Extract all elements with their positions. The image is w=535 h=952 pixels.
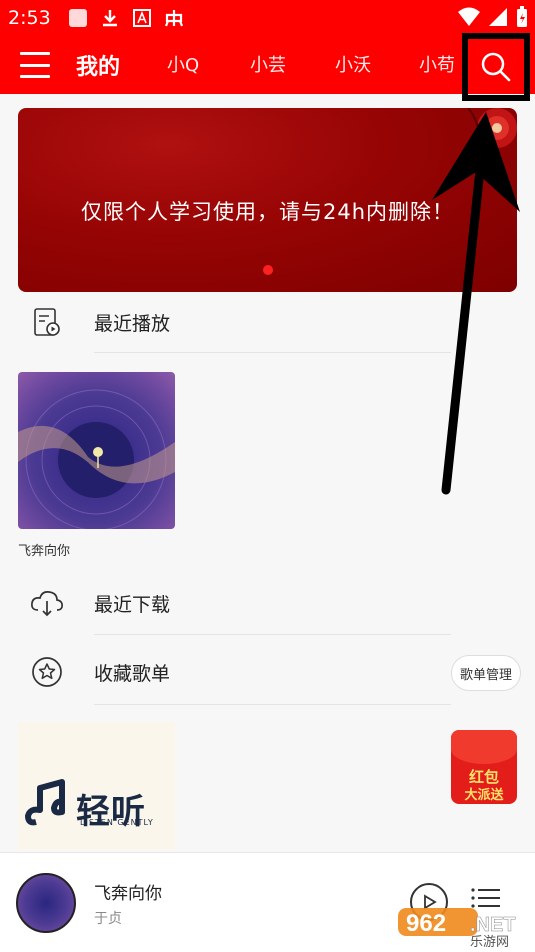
playlist-card[interactable]: 轻听 LISTEN GENTLY — [18, 722, 175, 850]
search-icon — [481, 52, 511, 82]
flower-decoration-icon — [467, 108, 517, 163]
divider — [94, 634, 451, 635]
tab-xiao-gou[interactable]: 小苟 — [419, 51, 455, 77]
banner-page-indicator — [263, 265, 273, 275]
playlist-manage-button[interactable]: 歌单管理 — [451, 655, 521, 691]
tab-xiao-wo[interactable]: 小沃 — [335, 51, 371, 77]
player-cover[interactable] — [16, 873, 76, 933]
hamburger-icon-line-1 — [20, 52, 50, 55]
tab-xiao-yun[interactable]: 小芸 — [250, 51, 286, 77]
hamburger-icon-line-2 — [20, 63, 50, 67]
bug-icon — [163, 7, 185, 29]
recent-play-icon — [30, 305, 64, 339]
watermark-text-2: .NET — [470, 914, 516, 936]
recent-play-label: 最近播放 — [94, 312, 171, 335]
recent-album-cover[interactable] — [18, 372, 175, 529]
download-icon — [99, 7, 121, 29]
cloud-download-icon — [30, 586, 64, 620]
watermark-logo: 962 .NET 乐游网 — [398, 908, 516, 948]
banner-text: 仅限个人学习使用，请与24h内删除！ — [80, 200, 455, 224]
battery-icon — [515, 6, 529, 32]
menu-button[interactable] — [20, 52, 50, 78]
divider — [94, 704, 451, 705]
app-notification-icon — [67, 7, 89, 29]
recent-download-row[interactable]: 最近下载 — [0, 571, 535, 635]
player-artist: 于贞 — [94, 911, 122, 927]
status-bar: 2:53 — [0, 0, 535, 36]
watermark-text-1: 962 — [406, 910, 446, 937]
status-time: 2:53 — [8, 7, 51, 29]
playlist-card-subtitle: LISTEN GENTLY — [80, 818, 154, 827]
divider — [94, 352, 451, 353]
tab-xiao-q[interactable]: 小Q — [167, 51, 199, 77]
recent-play-row[interactable]: 最近播放 — [0, 290, 535, 354]
favorites-label: 收藏歌单 — [94, 662, 171, 685]
tab-mine[interactable]: 我的 — [76, 49, 120, 81]
star-icon — [30, 655, 64, 689]
album-caption: 飞奔向你 — [18, 544, 71, 559]
promo-banner[interactable]: 仅限个人学习使用，请与24h内删除！ — [18, 108, 517, 292]
signal-icon — [487, 7, 509, 31]
notification-a-icon — [131, 7, 153, 29]
top-nav: 我的 小Q 小芸 小沃 小苟 — [0, 36, 535, 94]
wifi-icon — [457, 7, 481, 31]
recent-download-label: 最近下载 — [94, 593, 171, 616]
search-button[interactable] — [462, 33, 530, 101]
red-packet-button[interactable]: 红包 大派送 — [451, 730, 517, 804]
watermark-text-3: 乐游网 — [470, 935, 509, 948]
red-packet-text-2: 大派送 — [464, 788, 504, 803]
red-packet-flap — [451, 730, 517, 764]
hamburger-icon-line-3 — [20, 75, 50, 78]
player-song-title: 飞奔向你 — [94, 884, 162, 904]
album-art-image — [18, 389, 175, 529]
